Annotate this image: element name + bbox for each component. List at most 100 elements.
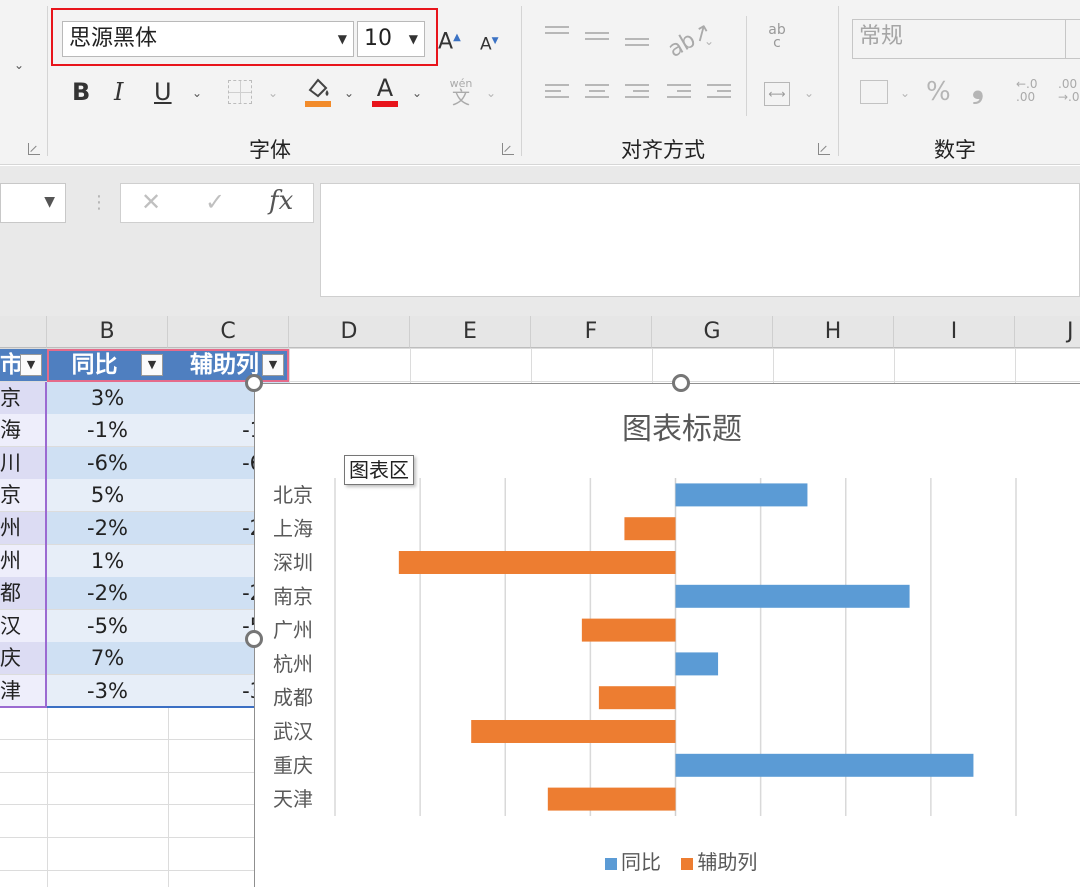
shrink-font-button[interactable]: A▼: [480, 27, 499, 59]
ribbon-collapse-chevron-icon[interactable]: ⌄: [14, 58, 24, 72]
resize-handle-top-center[interactable]: [672, 374, 690, 392]
clipboard-launcher-icon[interactable]: [28, 143, 40, 155]
table-cell-city[interactable]: 州: [0, 512, 47, 544]
align-center-icon[interactable]: [585, 84, 609, 102]
column-header-g[interactable]: G: [652, 316, 773, 348]
borders-icon[interactable]: [228, 80, 252, 104]
table-cell-yoy[interactable]: -6%: [47, 446, 168, 479]
font-color-dropdown-chevron-icon[interactable]: ⌄: [412, 86, 422, 100]
accounting-dropdown-chevron-icon[interactable]: ⌄: [900, 86, 910, 100]
table-cell-city[interactable]: 庆: [0, 642, 47, 675]
accounting-format-icon[interactable]: [860, 80, 888, 104]
bar-helper[interactable]: [581, 618, 676, 642]
table-cell-yoy[interactable]: -2%: [47, 512, 168, 544]
name-box[interactable]: ▼: [0, 183, 66, 223]
filter-dropdown-icon[interactable]: ▼: [20, 354, 42, 376]
legend-item-helper[interactable]: 辅助列: [681, 850, 757, 874]
column-header-d[interactable]: D: [289, 316, 410, 348]
table-cell-city[interactable]: 川: [0, 446, 47, 479]
borders-dropdown-chevron-icon[interactable]: ⌄: [268, 86, 278, 100]
column-header-c[interactable]: C: [168, 316, 289, 348]
merge-center-icon[interactable]: ⟷: [764, 82, 790, 106]
font-color-glyph: A: [376, 74, 394, 102]
table-cell-city[interactable]: 京: [0, 479, 47, 512]
table-cell-yoy[interactable]: -3%: [47, 675, 168, 707]
table-cell-city[interactable]: 海: [0, 414, 47, 447]
percent-button[interactable]: %: [926, 78, 951, 106]
chevron-down-icon[interactable]: ▼: [44, 194, 55, 210]
align-middle-icon[interactable]: [585, 32, 609, 44]
column-header-i[interactable]: I: [894, 316, 1015, 348]
column-header-f[interactable]: F: [531, 316, 652, 348]
cancel-icon[interactable]: ✕: [141, 188, 161, 216]
insert-function-icon[interactable]: fx: [269, 186, 293, 216]
chart-legend[interactable]: 同比 辅助列: [605, 846, 771, 875]
decrease-indent-icon[interactable]: [667, 84, 691, 102]
font-launcher-icon[interactable]: [502, 143, 514, 155]
align-top-icon[interactable]: [545, 26, 569, 38]
table-cell-yoy[interactable]: 1%: [47, 544, 168, 577]
table-cell-city[interactable]: 津: [0, 675, 47, 707]
table-cell-yoy[interactable]: -1%: [47, 414, 168, 447]
wrap-text-icon[interactable]: ab c: [764, 23, 790, 51]
table-cell-yoy[interactable]: 7%: [47, 642, 168, 675]
number-format-value: 常规: [859, 24, 904, 49]
increase-decimal-icon[interactable]: ←.0.00: [1016, 78, 1038, 104]
grow-font-button[interactable]: A▲: [438, 24, 461, 56]
bold-button[interactable]: B: [72, 78, 90, 106]
bar-helper[interactable]: [598, 686, 676, 710]
bar-helper[interactable]: [624, 517, 676, 541]
comma-style-button[interactable]: ❟: [972, 73, 984, 103]
table-cell-city[interactable]: 京: [0, 381, 47, 414]
group-label-font: 字体: [249, 138, 291, 162]
table-cell-city[interactable]: 州: [0, 544, 47, 577]
chart-object[interactable]: 图表标题 北京 上海 深圳 南京 广州 杭州 成都 武汉 重庆 天津 图表区 同比 辅助列: [254, 383, 1080, 887]
align-bottom-icon[interactable]: [625, 38, 649, 50]
wrap-bottom: c: [773, 35, 781, 51]
table-cell-yoy[interactable]: 3%: [47, 381, 168, 414]
legend-item-yoy[interactable]: 同比: [605, 850, 661, 874]
align-right-icon[interactable]: [625, 84, 649, 102]
column-header-e[interactable]: E: [410, 316, 531, 348]
filter-dropdown-icon[interactable]: ▼: [262, 354, 284, 376]
resize-handle-top-left[interactable]: [245, 374, 263, 392]
fill-color-icon[interactable]: [303, 76, 333, 110]
column-header-h[interactable]: H: [773, 316, 894, 348]
resize-handle-middle-left[interactable]: [245, 630, 263, 648]
table-cell-city[interactable]: 汉: [0, 609, 47, 642]
column-header-j[interactable]: J: [1015, 316, 1080, 348]
italic-button[interactable]: I: [114, 78, 123, 106]
bar-helper[interactable]: [547, 787, 676, 811]
vertical-dots-icon[interactable]: ⋮: [90, 192, 108, 213]
bar-yoy[interactable]: [675, 584, 910, 608]
bar-yoy[interactable]: [675, 753, 974, 777]
alignment-launcher-icon[interactable]: [818, 143, 830, 155]
filter-dropdown-icon[interactable]: ▼: [141, 354, 163, 376]
underline-button[interactable]: U: [154, 78, 172, 106]
bar-yoy[interactable]: [675, 652, 719, 676]
table-cell-yoy[interactable]: -5%: [47, 609, 168, 642]
phonetic-dropdown-chevron-icon[interactable]: ⌄: [486, 86, 496, 100]
align-left-icon[interactable]: [545, 84, 569, 102]
column-header-b[interactable]: B: [47, 316, 168, 348]
font-color-icon[interactable]: A: [370, 74, 400, 110]
table-cell-city[interactable]: 都: [0, 577, 47, 610]
phonetic-guide-icon[interactable]: wén 文: [448, 78, 474, 109]
bar-helper[interactable]: [398, 551, 676, 574]
number-format-combo[interactable]: 常规: [852, 19, 1080, 59]
underline-dropdown-chevron-icon[interactable]: ⌄: [192, 86, 202, 100]
formula-bar: ▼ ⋮ ✕ ✓ fx: [0, 166, 1080, 316]
orientation-dropdown-chevron-icon[interactable]: ⌄: [704, 34, 714, 48]
table-cell-yoy[interactable]: 5%: [47, 479, 168, 512]
increase-indent-icon[interactable]: [707, 84, 731, 102]
bar-yoy[interactable]: [675, 483, 808, 507]
formula-input[interactable]: [320, 183, 1080, 297]
fill-color-dropdown-chevron-icon[interactable]: ⌄: [344, 86, 354, 100]
bar-helper[interactable]: [471, 720, 676, 743]
decrease-decimal-icon[interactable]: .00 →.0: [1058, 78, 1080, 104]
enter-check-icon[interactable]: ✓: [205, 188, 225, 216]
column-header-a[interactable]: [0, 316, 47, 348]
table-cell-yoy[interactable]: -2%: [47, 577, 168, 610]
font-color-bar: [372, 101, 398, 107]
merge-dropdown-chevron-icon[interactable]: ⌄: [804, 86, 814, 100]
